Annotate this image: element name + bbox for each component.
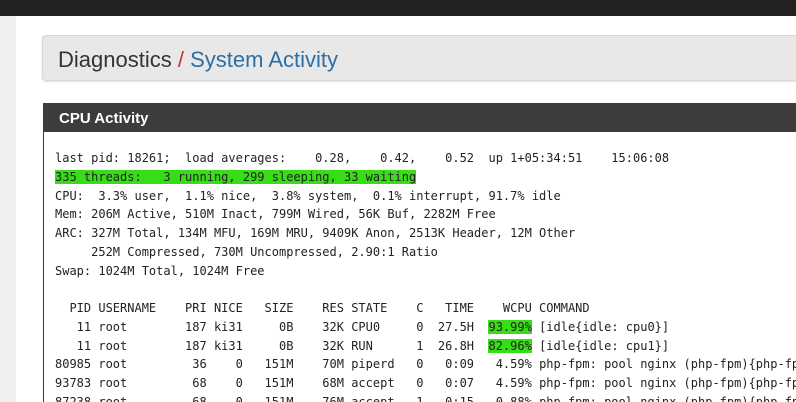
command-value: php-fpm: pool nginx (php-fpm){php-fpm} — [539, 357, 796, 372]
command-value: php-fpm: pool nginx (php-fpm){php-fpm} — [539, 376, 796, 390]
panel-title: CPU Activity — [44, 104, 796, 132]
process-row: 11 root 187 ki31 0B 32K CPU0 0 27.5H 93.… — [55, 319, 670, 334]
process-table-header: PID USERNAME PRI NICE SIZE RES STATE C T… — [55, 301, 590, 315]
breadcrumb-separator: / — [177, 47, 184, 72]
breadcrumb-parent-diagnostics[interactable]: Diagnostics — [58, 47, 172, 72]
panel-body[interactable]: last pid: 18261; load averages: 0.28, 0.… — [44, 132, 796, 402]
wcpu-value: 0.88% — [495, 394, 532, 402]
command-value: php-fpm: pool nginx (php-fpm){php-fpm} — [539, 394, 796, 402]
breadcrumb-current-system-activity[interactable]: System Activity — [190, 47, 338, 72]
wcpu-value: 4.59% — [495, 357, 532, 372]
top-navbar — [0, 0, 796, 16]
breadcrumb: Diagnostics / System Activity — [42, 35, 796, 81]
process-row: 93783 root 68 0 151M 68M accept 0 0:07 4… — [55, 376, 796, 390]
summary-line: Mem: 206M Active, 510M Inact, 799M Wired… — [55, 207, 496, 222]
wcpu-value: 82.96% — [488, 338, 532, 353]
top-output: last pid: 18261; load averages: 0.28, 0.… — [55, 149, 796, 402]
summary-line: last pid: 18261; load averages: 0.28, 0.… — [55, 151, 670, 165]
summary-line: 252M Compressed, 730M Uncompressed, 2.90… — [55, 244, 438, 259]
command-value: [idle{idle: cpu0}] — [539, 319, 670, 334]
process-row: 11 root 187 ki31 0B 32K RUN 1 26.8H 82.9… — [55, 338, 670, 353]
cpu-activity-panel: CPU Activity last pid: 18261; load avera… — [43, 103, 796, 402]
summary-line: CPU: 3.3% user, 1.1% nice, 3.8% system, … — [55, 188, 561, 203]
wcpu-value: 93.99% — [488, 319, 532, 334]
process-row: 87238 root 68 0 151M 76M accept 1 0:15 0… — [55, 395, 796, 402]
summary-line: 335 threads: 3 running, 299 sleeping, 33… — [55, 169, 417, 184]
command-value: [idle{idle: cpu1}] — [539, 338, 670, 353]
summary-line: ARC: 327M Total, 134M MFU, 169M MRU, 940… — [55, 226, 576, 240]
wcpu-value: 4.59% — [495, 376, 532, 390]
summary-line: Swap: 1024M Total, 1024M Free — [55, 263, 265, 278]
process-row: 80985 root 36 0 151M 70M piperd 0 0:09 4… — [55, 357, 796, 371]
